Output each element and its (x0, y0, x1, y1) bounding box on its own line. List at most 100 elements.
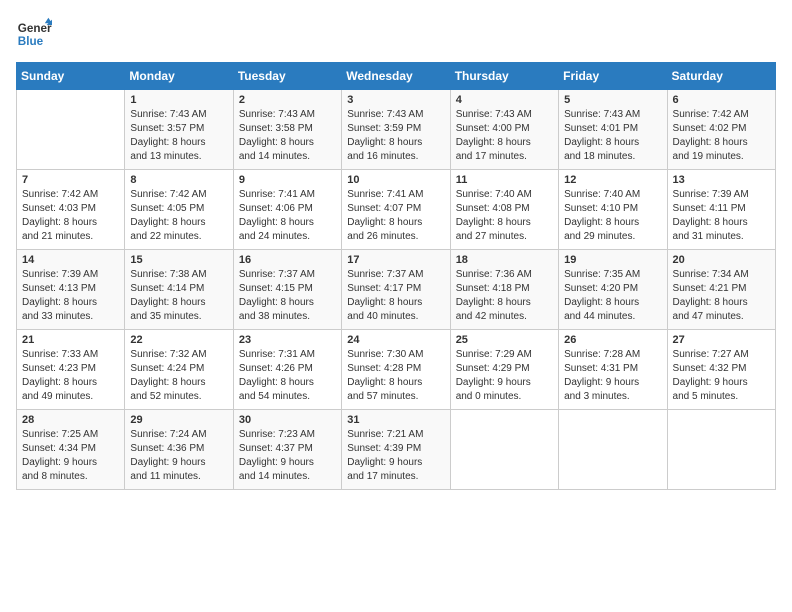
day-info: Sunrise: 7:27 AM Sunset: 4:32 PM Dayligh… (673, 348, 770, 404)
day-number: 30 (239, 414, 336, 426)
day-number: 4 (456, 94, 553, 106)
calendar-cell: 25Sunrise: 7:29 AM Sunset: 4:29 PM Dayli… (450, 330, 558, 410)
calendar-cell: 18Sunrise: 7:36 AM Sunset: 4:18 PM Dayli… (450, 250, 558, 330)
day-info: Sunrise: 7:43 AM Sunset: 3:59 PM Dayligh… (347, 108, 444, 164)
calendar-cell (450, 410, 558, 490)
calendar-cell: 9Sunrise: 7:41 AM Sunset: 4:06 PM Daylig… (233, 170, 341, 250)
calendar-cell: 22Sunrise: 7:32 AM Sunset: 4:24 PM Dayli… (125, 330, 233, 410)
calendar-cell: 5 Sunrise: 7:43 AM Sunset: 4:01 PM Daylig… (559, 90, 667, 170)
calendar-cell: 1 Sunrise: 7:43 AM Sunset: 3:57 PM Daylig… (125, 90, 233, 170)
calendar-cell: 6 Sunrise: 7:42 AM Sunset: 4:02 PM Daylig… (667, 90, 775, 170)
day-number: 13 (673, 174, 770, 186)
calendar-cell (17, 90, 125, 170)
day-number: 1 (130, 94, 227, 106)
calendar-cell: 19Sunrise: 7:35 AM Sunset: 4:20 PM Dayli… (559, 250, 667, 330)
calendar-cell: 7Sunrise: 7:42 AM Sunset: 4:03 PM Daylig… (17, 170, 125, 250)
day-info: Sunrise: 7:30 AM Sunset: 4:28 PM Dayligh… (347, 348, 444, 404)
day-number: 28 (22, 414, 119, 426)
calendar-cell: 24 Sunrise: 7:30 AM Sunset: 4:28 PM Dayli… (342, 330, 450, 410)
calendar-cell: 23 Sunrise: 7:31 AM Sunset: 4:26 PM Dayli… (233, 330, 341, 410)
day-number: 2 (239, 94, 336, 106)
weekday-header-tuesday: Tuesday (233, 63, 341, 90)
day-info: Sunrise: 7:39 AM Sunset: 4:11 PM Dayligh… (673, 188, 770, 244)
day-number: 17 (347, 254, 444, 266)
calendar-cell: 8 Sunrise: 7:42 AM Sunset: 4:05 PM Daylig… (125, 170, 233, 250)
day-number: 6 (673, 94, 770, 106)
day-number: 15 (130, 254, 227, 266)
day-info: Sunrise: 7:25 AM Sunset: 4:34 PM Dayligh… (22, 428, 119, 484)
logo: General Blue (16, 16, 52, 52)
day-number: 10 (347, 174, 444, 186)
day-info: Sunrise: 7:42 AM Sunset: 4:02 PM Dayligh… (673, 108, 770, 164)
weekday-header-sunday: Sunday (17, 63, 125, 90)
day-info: Sunrise: 7:36 AM Sunset: 4:18 PM Dayligh… (456, 268, 553, 324)
weekday-header-friday: Friday (559, 63, 667, 90)
day-info: Sunrise: 7:43 AM Sunset: 3:57 PM Dayligh… (130, 108, 227, 164)
day-info: Sunrise: 7:33 AM Sunset: 4:23 PM Dayligh… (22, 348, 119, 404)
day-number: 21 (22, 334, 119, 346)
calendar-cell: 30Sunrise: 7:23 AM Sunset: 4:37 PM Dayli… (233, 410, 341, 490)
day-number: 31 (347, 414, 444, 426)
day-number: 24 (347, 334, 444, 346)
calendar-week-row: 28 Sunrise: 7:25 AM Sunset: 4:34 PM Dayli… (17, 410, 776, 490)
day-number: 3 (347, 94, 444, 106)
day-info: Sunrise: 7:43 AM Sunset: 4:00 PM Dayligh… (456, 108, 553, 164)
calendar-cell: 29 Sunrise: 7:24 AM Sunset: 4:36 PM Dayli… (125, 410, 233, 490)
calendar-cell: 4 Sunrise: 7:43 AM Sunset: 4:00 PM Daylig… (450, 90, 558, 170)
calendar-cell: 13 Sunrise: 7:39 AM Sunset: 4:11 PM Dayli… (667, 170, 775, 250)
day-info: Sunrise: 7:42 AM Sunset: 4:05 PM Dayligh… (130, 188, 227, 244)
calendar-cell (559, 410, 667, 490)
day-number: 5 (564, 94, 661, 106)
day-number: 20 (673, 254, 770, 266)
day-number: 8 (130, 174, 227, 186)
day-info: Sunrise: 7:40 AM Sunset: 4:08 PM Dayligh… (456, 188, 553, 244)
day-info: Sunrise: 7:21 AM Sunset: 4:39 PM Dayligh… (347, 428, 444, 484)
calendar-week-row: 14Sunrise: 7:39 AM Sunset: 4:13 PM Dayli… (17, 250, 776, 330)
calendar-cell: 21 Sunrise: 7:33 AM Sunset: 4:23 PM Dayli… (17, 330, 125, 410)
calendar-cell: 2 Sunrise: 7:43 AM Sunset: 3:58 PM Daylig… (233, 90, 341, 170)
calendar-cell: 10 Sunrise: 7:41 AM Sunset: 4:07 PM Dayli… (342, 170, 450, 250)
day-info: Sunrise: 7:37 AM Sunset: 4:15 PM Dayligh… (239, 268, 336, 324)
calendar-cell: 27 Sunrise: 7:27 AM Sunset: 4:32 PM Dayli… (667, 330, 775, 410)
day-info: Sunrise: 7:38 AM Sunset: 4:14 PM Dayligh… (130, 268, 227, 324)
calendar-cell: 20Sunrise: 7:34 AM Sunset: 4:21 PM Dayli… (667, 250, 775, 330)
day-info: Sunrise: 7:42 AM Sunset: 4:03 PM Dayligh… (22, 188, 119, 244)
calendar-cell: 14Sunrise: 7:39 AM Sunset: 4:13 PM Dayli… (17, 250, 125, 330)
day-number: 9 (239, 174, 336, 186)
day-number: 27 (673, 334, 770, 346)
day-info: Sunrise: 7:24 AM Sunset: 4:36 PM Dayligh… (130, 428, 227, 484)
svg-text:Blue: Blue (18, 35, 44, 48)
weekday-header-saturday: Saturday (667, 63, 775, 90)
weekday-header-row: SundayMondayTuesdayWednesdayThursdayFrid… (17, 63, 776, 90)
calendar-cell: 15 Sunrise: 7:38 AM Sunset: 4:14 PM Dayli… (125, 250, 233, 330)
calendar-cell (667, 410, 775, 490)
calendar-cell: 31 Sunrise: 7:21 AM Sunset: 4:39 PM Dayli… (342, 410, 450, 490)
weekday-header-wednesday: Wednesday (342, 63, 450, 90)
day-info: Sunrise: 7:40 AM Sunset: 4:10 PM Dayligh… (564, 188, 661, 244)
calendar-cell: 28 Sunrise: 7:25 AM Sunset: 4:34 PM Dayli… (17, 410, 125, 490)
day-info: Sunrise: 7:28 AM Sunset: 4:31 PM Dayligh… (564, 348, 661, 404)
day-number: 29 (130, 414, 227, 426)
day-number: 23 (239, 334, 336, 346)
calendar-cell: 11 Sunrise: 7:40 AM Sunset: 4:08 PM Dayli… (450, 170, 558, 250)
day-info: Sunrise: 7:41 AM Sunset: 4:07 PM Dayligh… (347, 188, 444, 244)
calendar-cell: 26Sunrise: 7:28 AM Sunset: 4:31 PM Dayli… (559, 330, 667, 410)
day-info: Sunrise: 7:31 AM Sunset: 4:26 PM Dayligh… (239, 348, 336, 404)
day-number: 11 (456, 174, 553, 186)
day-number: 19 (564, 254, 661, 266)
calendar-table: SundayMondayTuesdayWednesdayThursdayFrid… (16, 62, 776, 490)
calendar-week-row: 21 Sunrise: 7:33 AM Sunset: 4:23 PM Dayli… (17, 330, 776, 410)
day-info: Sunrise: 7:32 AM Sunset: 4:24 PM Dayligh… (130, 348, 227, 404)
weekday-header-thursday: Thursday (450, 63, 558, 90)
calendar-week-row: 7Sunrise: 7:42 AM Sunset: 4:03 PM Daylig… (17, 170, 776, 250)
day-number: 14 (22, 254, 119, 266)
logo-icon: General Blue (16, 16, 52, 52)
calendar-week-row: 1 Sunrise: 7:43 AM Sunset: 3:57 PM Daylig… (17, 90, 776, 170)
day-info: Sunrise: 7:43 AM Sunset: 3:58 PM Dayligh… (239, 108, 336, 164)
day-info: Sunrise: 7:43 AM Sunset: 4:01 PM Dayligh… (564, 108, 661, 164)
day-number: 16 (239, 254, 336, 266)
calendar-cell: 16 Sunrise: 7:37 AM Sunset: 4:15 PM Dayli… (233, 250, 341, 330)
day-number: 25 (456, 334, 553, 346)
calendar-cell: 3 Sunrise: 7:43 AM Sunset: 3:59 PM Daylig… (342, 90, 450, 170)
svg-text:General: General (18, 22, 52, 35)
